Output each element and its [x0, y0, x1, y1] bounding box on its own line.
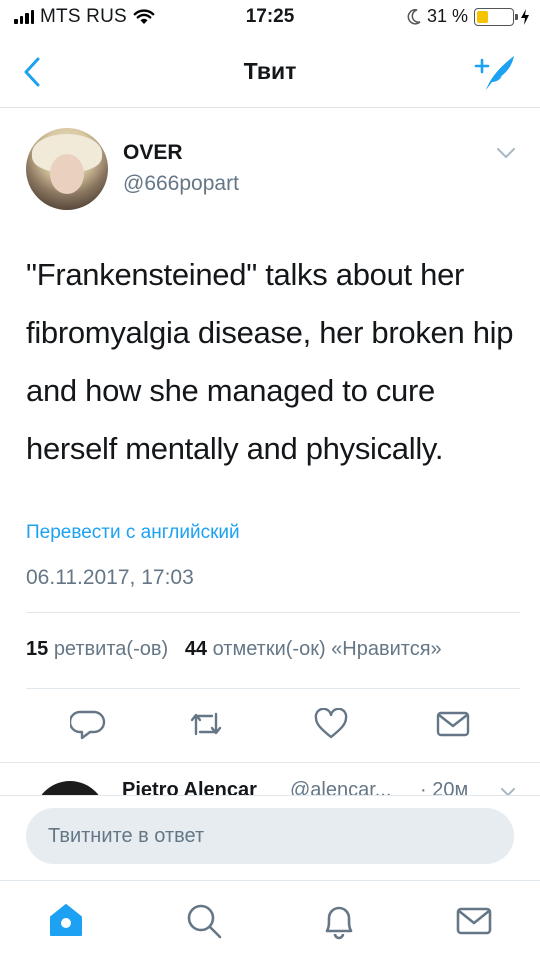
- reply-preview[interactable]: Pietro Alencar @alencar... · 20м: [0, 763, 540, 795]
- reply-avatar[interactable]: [34, 781, 106, 795]
- battery-icon: [474, 7, 518, 26]
- retweet-icon[interactable]: [188, 708, 224, 740]
- reply-author-name[interactable]: Pietro Alencar: [122, 779, 257, 795]
- reply-input[interactable]: Твитните в ответ: [26, 808, 514, 864]
- page-title: Твит: [243, 58, 297, 84]
- reply-author-handle: @alencar...: [290, 779, 392, 795]
- battery-fill: [477, 10, 488, 23]
- moon-icon: [407, 8, 421, 24]
- retweet-label[interactable]: ретвита(-ов): [54, 638, 168, 660]
- home-icon[interactable]: [46, 901, 86, 941]
- like-label[interactable]: отметки(-ок) «Нравится»: [213, 638, 442, 660]
- like-count[interactable]: 44: [185, 638, 207, 660]
- tweet-stats: 15 ретвита(-ов) 44 отметки(-ок) «Нравитс…: [26, 638, 442, 661]
- share-icon[interactable]: [435, 708, 471, 740]
- status-bar: MTS RUS 17:25 31 %: [0, 0, 540, 36]
- tab-bar: [0, 880, 540, 960]
- chevron-down-icon[interactable]: [500, 787, 516, 795]
- translate-link[interactable]: Перевести с английский: [26, 522, 240, 544]
- divider: [26, 612, 520, 613]
- notifications-icon[interactable]: [319, 901, 359, 941]
- divider: [26, 688, 520, 689]
- display-name[interactable]: OVER: [123, 141, 183, 165]
- battery-percent: 31 %: [426, 6, 468, 26]
- reply-time: · 20м: [420, 779, 469, 795]
- status-right: 31 %: [407, 6, 530, 27]
- retweet-count[interactable]: 15: [26, 638, 48, 660]
- nav-bar: Твит: [0, 36, 540, 108]
- charging-icon: [521, 8, 529, 25]
- messages-icon[interactable]: [454, 901, 494, 941]
- compose-bar: Твитните в ответ: [0, 795, 540, 880]
- tweet-actions: [0, 700, 540, 750]
- user-handle[interactable]: @666popart: [123, 172, 239, 196]
- compose-tweet-icon[interactable]: [472, 52, 518, 92]
- search-icon[interactable]: [184, 901, 224, 941]
- chevron-down-icon[interactable]: [496, 146, 516, 160]
- tweet-text: "Frankensteined" talks about her fibromy…: [26, 257, 514, 466]
- tweet-timestamp: 06.11.2017, 17:03: [26, 566, 194, 589]
- like-icon[interactable]: [313, 708, 349, 740]
- avatar[interactable]: [26, 128, 108, 210]
- reply-icon[interactable]: [70, 708, 106, 740]
